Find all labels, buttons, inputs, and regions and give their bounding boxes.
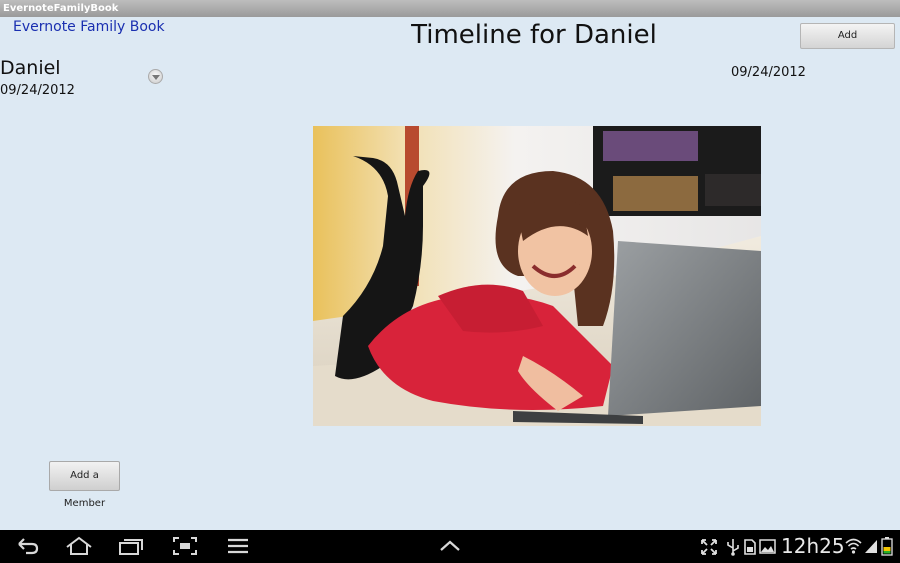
back-icon[interactable] bbox=[16, 536, 40, 556]
battery-icon bbox=[881, 537, 893, 556]
fullscreen-icon bbox=[701, 539, 717, 555]
signal-icon bbox=[865, 540, 877, 553]
add-button[interactable]: Add bbox=[800, 23, 895, 49]
usb-icon bbox=[727, 539, 739, 556]
menu-icon[interactable] bbox=[226, 536, 250, 556]
status-clock: 12h25 bbox=[781, 534, 845, 558]
page-title: Timeline for Daniel bbox=[411, 20, 657, 50]
screenshot-icon[interactable] bbox=[172, 536, 198, 556]
member-dropdown-icon[interactable] bbox=[148, 69, 163, 84]
timeline-entry-date: 09/24/2012 bbox=[731, 65, 806, 80]
photo-image bbox=[313, 126, 761, 426]
wifi-icon bbox=[845, 538, 862, 554]
chevron-up-icon[interactable] bbox=[438, 536, 462, 556]
recent-apps-icon[interactable] bbox=[118, 536, 144, 556]
system-navigation-bar: 12h25 bbox=[0, 530, 900, 563]
gallery-icon bbox=[759, 539, 776, 554]
add-member-button[interactable]: Add a Member bbox=[49, 461, 120, 509]
home-icon[interactable] bbox=[65, 536, 93, 556]
member-name: Daniel bbox=[0, 57, 61, 79]
timeline-photo[interactable] bbox=[313, 126, 761, 426]
window-title: EvernoteFamilyBook bbox=[0, 0, 900, 17]
sd-card-icon bbox=[744, 539, 756, 555]
member-date: 09/24/2012 bbox=[0, 83, 75, 98]
